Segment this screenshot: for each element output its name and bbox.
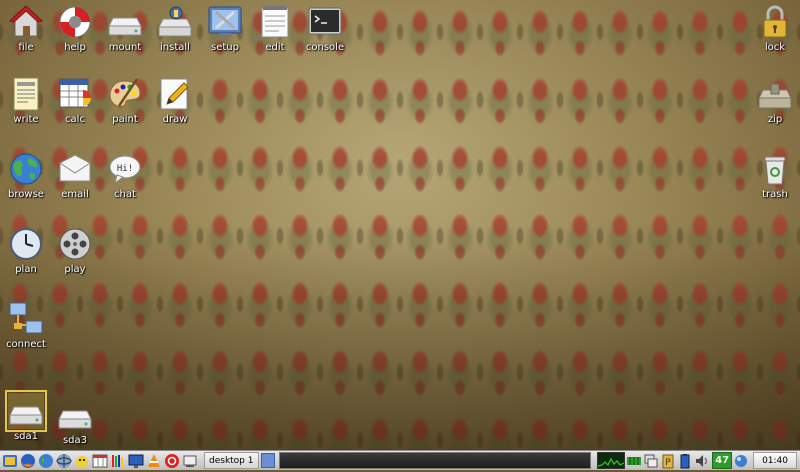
paint-label: paint — [112, 114, 138, 125]
paint-brushes-icon[interactable] — [110, 453, 126, 469]
film-reel-icon — [59, 228, 91, 260]
vlc-icon[interactable] — [146, 453, 162, 469]
paint-desktop-icon[interactable]: paint — [99, 76, 151, 126]
email-label: email — [61, 189, 89, 200]
clock-icon — [10, 228, 42, 260]
archive-icon — [758, 83, 792, 109]
network-status-icon[interactable] — [733, 453, 749, 469]
play-desktop-icon[interactable]: play — [49, 226, 101, 276]
envelope-icon — [59, 154, 91, 182]
desktop-wallpaper — [0, 0, 800, 450]
mount-desktop-icon[interactable]: mount — [99, 4, 151, 54]
help-label: help — [64, 42, 86, 53]
network-icon — [9, 302, 43, 334]
chat-bubble-text: Hi! — [117, 164, 133, 174]
lifebuoy-icon — [59, 6, 91, 38]
notepad-icon — [261, 6, 289, 38]
connect-label: connect — [6, 339, 46, 350]
globe-icon — [10, 153, 42, 185]
mount-label: mount — [108, 42, 142, 53]
file-label: file — [18, 42, 34, 53]
sda3-label: sda3 — [62, 435, 88, 446]
system-tray: P 47 01:40 — [595, 451, 800, 470]
chat-desktop-icon[interactable]: Hi! chat — [99, 151, 151, 201]
spreadsheet-icon — [59, 78, 91, 108]
browse-label: browse — [8, 189, 44, 200]
firefox-icon[interactable] — [20, 453, 36, 469]
draw-label: draw — [162, 114, 188, 125]
network-globe-icon[interactable] — [56, 453, 72, 469]
chat-label: chat — [114, 189, 136, 200]
settings-icon — [208, 6, 242, 37]
clock-time: 01:40 — [762, 455, 788, 466]
help-desktop-icon[interactable]: help — [49, 4, 101, 54]
task-list[interactable] — [278, 452, 592, 469]
pidgin-icon[interactable] — [74, 453, 90, 469]
desktop-pager[interactable] — [260, 453, 275, 468]
connect-desktop-icon[interactable]: connect — [0, 301, 52, 351]
file-desktop-icon[interactable]: file — [0, 4, 52, 54]
taskbar-clock[interactable]: 01:40 — [753, 452, 797, 469]
setup-desktop-icon[interactable]: setup — [199, 4, 251, 54]
drive-icon — [5, 390, 47, 432]
trash-icon — [764, 156, 786, 185]
battery-icon[interactable] — [677, 453, 693, 469]
sda1-desktop-icon[interactable]: sda1 — [0, 390, 52, 443]
browser-globe-icon[interactable] — [38, 453, 54, 469]
trash-desktop-icon[interactable]: trash — [749, 151, 800, 201]
document-icon — [13, 77, 39, 111]
setup-label: setup — [211, 42, 239, 53]
show-desktop-icon[interactable] — [182, 453, 198, 469]
calc-label: calc — [65, 114, 85, 125]
console-desktop-icon[interactable]: console — [299, 4, 351, 54]
install-desktop-icon[interactable]: install — [149, 4, 201, 54]
padlock-icon — [763, 5, 787, 38]
taskbar: desktop 1 P 47 01:40 — [0, 450, 800, 470]
pencil-icon — [160, 78, 189, 110]
clipboard-icon[interactable]: P — [660, 453, 676, 469]
drive-icon — [108, 17, 142, 36]
spreadsheet-icon[interactable] — [92, 453, 108, 469]
desktop-switcher[interactable]: desktop 1 — [204, 452, 259, 469]
battery-level[interactable]: 47 — [712, 452, 733, 469]
palette-icon — [109, 78, 141, 107]
power-icon[interactable] — [164, 453, 180, 469]
lock-label: lock — [764, 42, 786, 53]
terminal-icon — [308, 7, 342, 35]
lock-desktop-icon[interactable]: lock — [749, 4, 800, 54]
battery-percent: 47 — [715, 455, 730, 466]
calc-desktop-icon[interactable]: calc — [49, 76, 101, 126]
draw-desktop-icon[interactable]: draw — [149, 76, 201, 126]
start-menu-icon[interactable] — [2, 453, 18, 469]
play-label: play — [64, 264, 86, 275]
install-label: install — [160, 42, 190, 53]
edit-label: edit — [265, 42, 285, 53]
trash-label: trash — [762, 189, 788, 200]
sda1-label: sda1 — [13, 431, 39, 442]
drive-icon — [58, 410, 92, 429]
write-desktop-icon[interactable]: write — [0, 76, 52, 126]
desktop-label: desktop 1 — [209, 455, 254, 466]
zip-label: zip — [767, 114, 783, 125]
memory-icon[interactable] — [626, 453, 642, 469]
cpu-monitor-icon[interactable] — [597, 452, 626, 469]
home-icon — [8, 5, 44, 37]
sda3-desktop-icon[interactable]: sda3 — [49, 397, 101, 447]
write-label: write — [13, 114, 39, 125]
plan-label: plan — [15, 264, 37, 275]
speech-bubble-icon: Hi! — [109, 155, 141, 185]
window-list-icon[interactable] — [643, 453, 659, 469]
email-desktop-icon[interactable]: email — [49, 151, 101, 201]
volume-icon[interactable] — [694, 453, 710, 469]
package-icon — [158, 6, 192, 37]
console-label: console — [305, 42, 345, 53]
plan-desktop-icon[interactable]: plan — [0, 226, 52, 276]
edit-desktop-icon[interactable]: edit — [249, 4, 301, 54]
monitor-icon[interactable] — [128, 453, 144, 469]
browse-desktop-icon[interactable]: browse — [0, 151, 52, 201]
zip-desktop-icon[interactable]: zip — [749, 76, 800, 126]
svg-text:P: P — [665, 458, 671, 468]
